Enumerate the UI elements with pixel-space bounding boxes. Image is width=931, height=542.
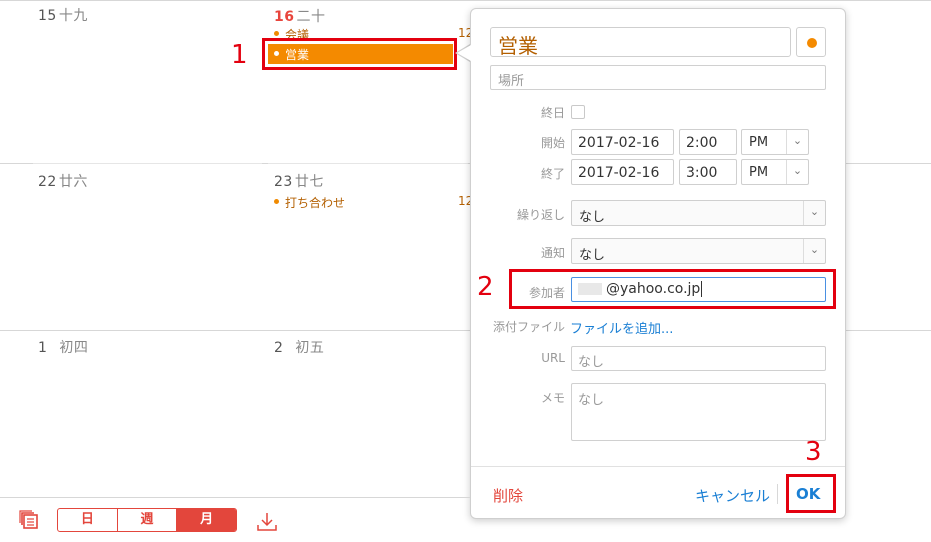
download-icon[interactable]	[256, 511, 278, 533]
popover-pointer-inner	[457, 45, 471, 61]
event-dot-icon	[274, 31, 279, 36]
cell-top	[33, 163, 262, 164]
lunar-date: 初四	[59, 340, 89, 356]
repeat-select[interactable]: なし ⌄	[571, 200, 826, 226]
annotation-number-1: 1	[231, 40, 248, 70]
end-time-field[interactable]: 3:00	[679, 159, 737, 185]
chevron-down-icon: ⌄	[803, 239, 825, 263]
calendar-list-icon[interactable]	[19, 510, 39, 530]
day-number: 22	[38, 174, 57, 190]
annotation-number-2: 2	[477, 272, 494, 302]
week1-top-line	[0, 0, 931, 1]
day-cell-22[interactable]: 22 廿六	[38, 171, 88, 191]
day-cell-2[interactable]: 2 初五	[274, 337, 324, 357]
view-week-button[interactable]: 週	[116, 509, 177, 531]
lunar-date: 廿七	[294, 174, 324, 190]
start-ampm-value: PM	[749, 135, 769, 150]
location-input[interactable]: 場所	[490, 65, 826, 90]
highlight-box-1	[262, 38, 457, 70]
day-number: 23	[274, 174, 293, 190]
allday-checkbox[interactable]	[571, 105, 585, 119]
allday-label: 終日	[540, 106, 565, 120]
start-ampm-select[interactable]: PM ⌄	[741, 129, 809, 155]
start-date-field[interactable]: 2017-02-16	[571, 129, 674, 155]
popover-footer-divider	[471, 466, 845, 467]
day-cell-15[interactable]: 15 十九	[38, 5, 88, 25]
day-cell-1[interactable]: 1 初四	[38, 337, 88, 357]
day-cell-16[interactable]: 16 二十	[274, 6, 325, 26]
cell-top	[268, 163, 468, 164]
day-number: 2	[274, 340, 284, 356]
event-dot-icon	[274, 199, 279, 204]
day-cell-23[interactable]: 23 廿七	[274, 171, 324, 191]
alert-select[interactable]: なし ⌄	[571, 238, 826, 264]
lunar-date: 廿六	[58, 174, 88, 190]
end-ampm-value: PM	[749, 165, 769, 180]
day-number: 15	[38, 8, 57, 24]
memo-label: メモ	[540, 391, 565, 405]
event-uchiawase[interactable]: 打ち合わせ	[274, 194, 345, 211]
delete-button[interactable]: 削除	[493, 485, 523, 506]
end-label: 終了	[540, 167, 565, 181]
lunar-date: 十九	[58, 8, 88, 24]
add-file-link[interactable]: ファイルを追加...	[570, 318, 673, 337]
cancel-button[interactable]: キャンセル	[695, 485, 770, 506]
repeat-label: 繰り返し	[516, 208, 565, 222]
toolbar-divider	[0, 497, 470, 498]
alert-label: 通知	[540, 246, 565, 260]
start-label: 開始	[540, 136, 565, 150]
alert-value: なし	[579, 248, 606, 263]
highlight-box-2	[509, 269, 836, 309]
end-ampm-select[interactable]: PM ⌄	[741, 159, 809, 185]
button-divider	[777, 484, 778, 504]
view-month-button[interactable]: 月	[176, 509, 236, 531]
chevron-down-icon: ⌄	[803, 201, 825, 225]
lunar-date: 初五	[295, 340, 325, 356]
day-number: 1	[38, 340, 48, 356]
annotation-number-3: 3	[805, 437, 822, 467]
start-time-field[interactable]: 2:00	[679, 129, 737, 155]
event-title-input[interactable]: 営業	[490, 27, 791, 58]
calendar-color-button[interactable]	[796, 27, 826, 57]
view-switcher: 日 週 月	[57, 508, 237, 532]
attachment-label: 添付ファイル	[492, 320, 565, 334]
view-day-button[interactable]: 日	[58, 509, 117, 531]
highlight-box-3	[786, 474, 836, 513]
event-title: 打ち合わせ	[285, 196, 346, 210]
url-input[interactable]: なし	[571, 346, 826, 371]
color-dot-icon	[807, 38, 817, 48]
lunar-date: 二十	[296, 9, 326, 25]
url-label: URL	[541, 351, 565, 365]
chevron-down-icon: ⌄	[786, 160, 808, 184]
repeat-value: なし	[579, 210, 606, 225]
end-date-field[interactable]: 2017-02-16	[571, 159, 674, 185]
chevron-down-icon: ⌄	[786, 130, 808, 154]
memo-textarea[interactable]: なし	[571, 383, 826, 441]
day-number: 16	[274, 9, 295, 25]
